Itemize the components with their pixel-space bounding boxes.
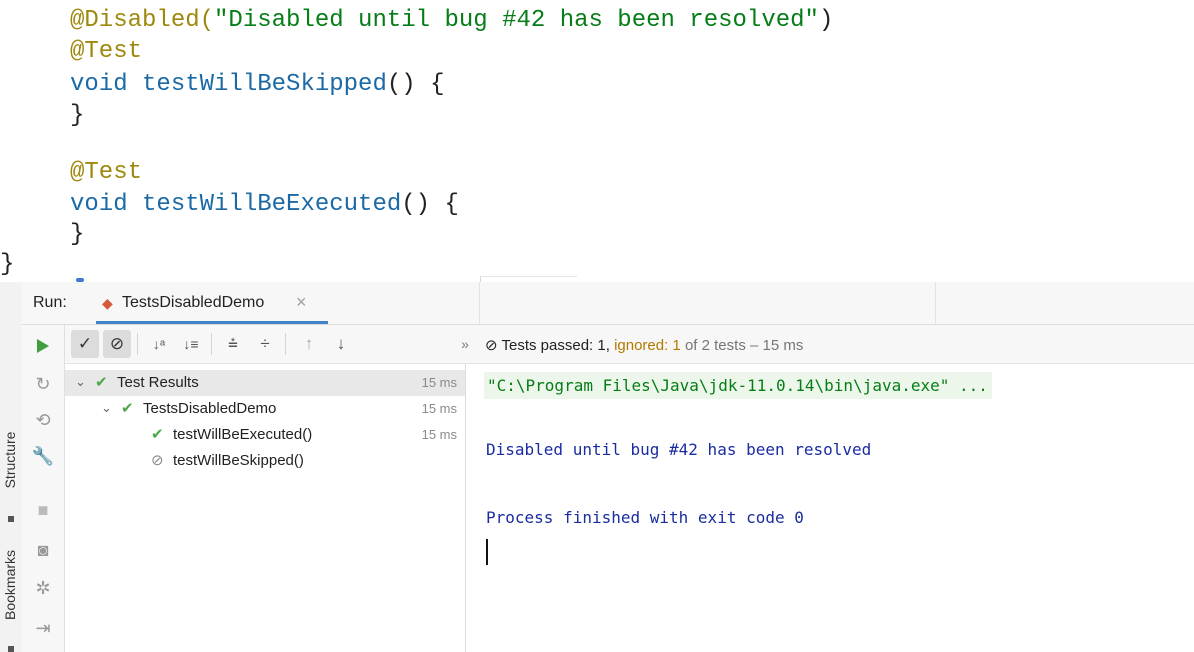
run-header: Run: ◆ TestsDisabledDemo × [22,282,1194,325]
code-line-test-annotation-2: @Test [70,160,142,186]
test-status-summary: ⊘ Tests passed: 1, ignored: 1 of 2 tests… [485,336,803,354]
tool-window-stripe: Structure Bookmarks [0,282,23,652]
code-line-method-skipped: void testWillBeSkipped() { [70,72,444,98]
header-divider [479,282,480,324]
run-tab-label: TestsDisabledDemo [122,294,265,311]
code-line-brace-1: } [70,103,84,129]
exit-icon[interactable]: ⇥ [28,613,58,643]
annotation-token: @Disabled( [70,7,215,34]
tree-node-label: Test Results [117,374,199,391]
signature-tail-token: () { [386,71,445,98]
status-total-text: of 2 tests – 15 ms [684,337,804,354]
annotation-token: @Test [70,159,143,186]
run-label: Run: [33,294,67,311]
console-exit-message: Process finished with exit code 0 [486,508,804,527]
method-name-token: testWillBeSkipped [142,71,387,98]
bookmarks-tool-tab[interactable]: Bookmarks [2,550,18,620]
keyword-token: void [70,191,128,218]
chevron-down-icon[interactable]: ⌄ [101,400,112,416]
tree-node-test-skipped[interactable]: ⊘ testWillBeSkipped() [65,448,465,474]
brace-token: } [70,102,85,129]
passed-with-ignored-icon: ✔ [121,400,134,417]
rerun-failed-icon[interactable]: ↻ [28,369,58,399]
code-editor[interactable]: @Disabled("Disabled until bug #42 has be… [0,0,1194,283]
wrench-icon[interactable]: 🔧 [28,441,58,471]
next-failed-button[interactable]: ↓ [327,330,355,358]
autotest-icon[interactable]: ⟲ [28,405,58,435]
tree-node-class[interactable]: ⌄ ✔ TestsDisabledDemo 15 ms [65,396,465,422]
run-tab-tests-disabled-demo[interactable]: ◆ TestsDisabledDemo × [96,282,328,324]
keyword-token: void [70,71,128,98]
brace-token: } [0,251,15,278]
header-divider [935,282,936,324]
run-tool-window: Run: ◆ TestsDisabledDemo × ↻ ⟲ 🔧 ■ ◙ ✲ ⇥… [22,282,1194,652]
code-line-class-brace: } [0,252,14,278]
test-toolbar: ✓ ⊘ ↓ᵃ ↓≡ ⩮ ÷ ↑ ↓ » ⊘ Tests passed: 1, i… [65,325,1194,364]
text-caret [486,539,488,565]
paren-token: ) [818,7,834,34]
expand-all-button[interactable]: ⩮ [219,330,247,358]
camera-icon[interactable]: ◙ [28,535,58,565]
toolbar-separator [137,333,138,355]
sort-alphabetically-button[interactable]: ↓ᵃ [145,330,173,358]
code-line-disabled-annotation: @Disabled("Disabled until bug #42 has be… [70,8,833,34]
tree-node-test-executed[interactable]: ✔ testWillBeExecuted() 15 ms [65,422,465,448]
tree-node-label: testWillBeSkipped() [173,452,304,469]
structure-tool-tab[interactable]: Structure [2,430,18,490]
passed-with-ignored-icon: ✔ [95,374,108,391]
close-icon[interactable]: × [296,292,307,313]
tree-node-label: TestsDisabledDemo [143,400,277,417]
structure-marker-icon [8,516,14,522]
tree-node-label: testWillBeExecuted() [173,426,313,443]
toolbar-separator [285,333,286,355]
code-line-test-annotation-1: @Test [70,39,142,65]
show-passed-button[interactable]: ✓ [71,330,99,358]
method-name-token: testWillBeExecuted [142,191,402,218]
run-side-toolbar: ↻ ⟲ 🔧 ■ ◙ ✲ ⇥ [22,325,65,652]
show-ignored-button[interactable]: ⊘ [103,330,131,358]
play-icon[interactable] [28,331,58,361]
chevron-down-icon[interactable]: ⌄ [75,374,86,390]
toolbar-separator [211,333,212,355]
string-token: "Disabled until bug #42 has been resolve… [214,7,819,34]
check-icon: ✔ [151,426,164,443]
tree-node-duration: 15 ms [421,401,457,416]
code-line-brace-2: } [70,222,84,248]
ignored-status-icon: ⊘ [485,337,498,354]
stop-icon[interactable]: ■ [28,495,58,525]
ignored-icon: ⊘ [151,452,164,469]
more-actions-button[interactable]: » [451,330,479,358]
active-tab-indicator [96,321,328,324]
collapse-all-button[interactable]: ÷ [251,330,279,358]
brace-token: } [70,221,85,248]
signature-tail-token: () { [401,191,459,218]
test-tree: ⌄ ✔ Test Results 15 ms ⌄ ✔ TestsDisabled… [65,364,466,652]
console-skip-message: Disabled until bug #42 has been resolved [486,440,872,459]
run-config-icon: ◆ [102,295,113,311]
tree-node-duration: 15 ms [421,375,457,390]
bug-icon[interactable]: ✲ [28,573,58,603]
console-output[interactable]: "C:\Program Files\Java\jdk-11.0.14\bin\j… [466,364,1194,652]
console-command-line[interactable]: "C:\Program Files\Java\jdk-11.0.14\bin\j… [484,372,992,399]
bookmarks-marker-icon [8,646,14,652]
status-passed-text: Tests passed: 1, [501,337,610,354]
sort-by-duration-button[interactable]: ↓≡ [177,330,205,358]
status-ignored-text: ignored: 1 [614,337,681,354]
annotation-token: @Test [70,38,143,65]
tree-node-duration: 15 ms [421,427,457,442]
previous-failed-button[interactable]: ↑ [295,330,323,358]
tree-node-test-results[interactable]: ⌄ ✔ Test Results 15 ms [65,370,465,396]
code-line-method-executed: void testWillBeExecuted() { [70,192,459,218]
